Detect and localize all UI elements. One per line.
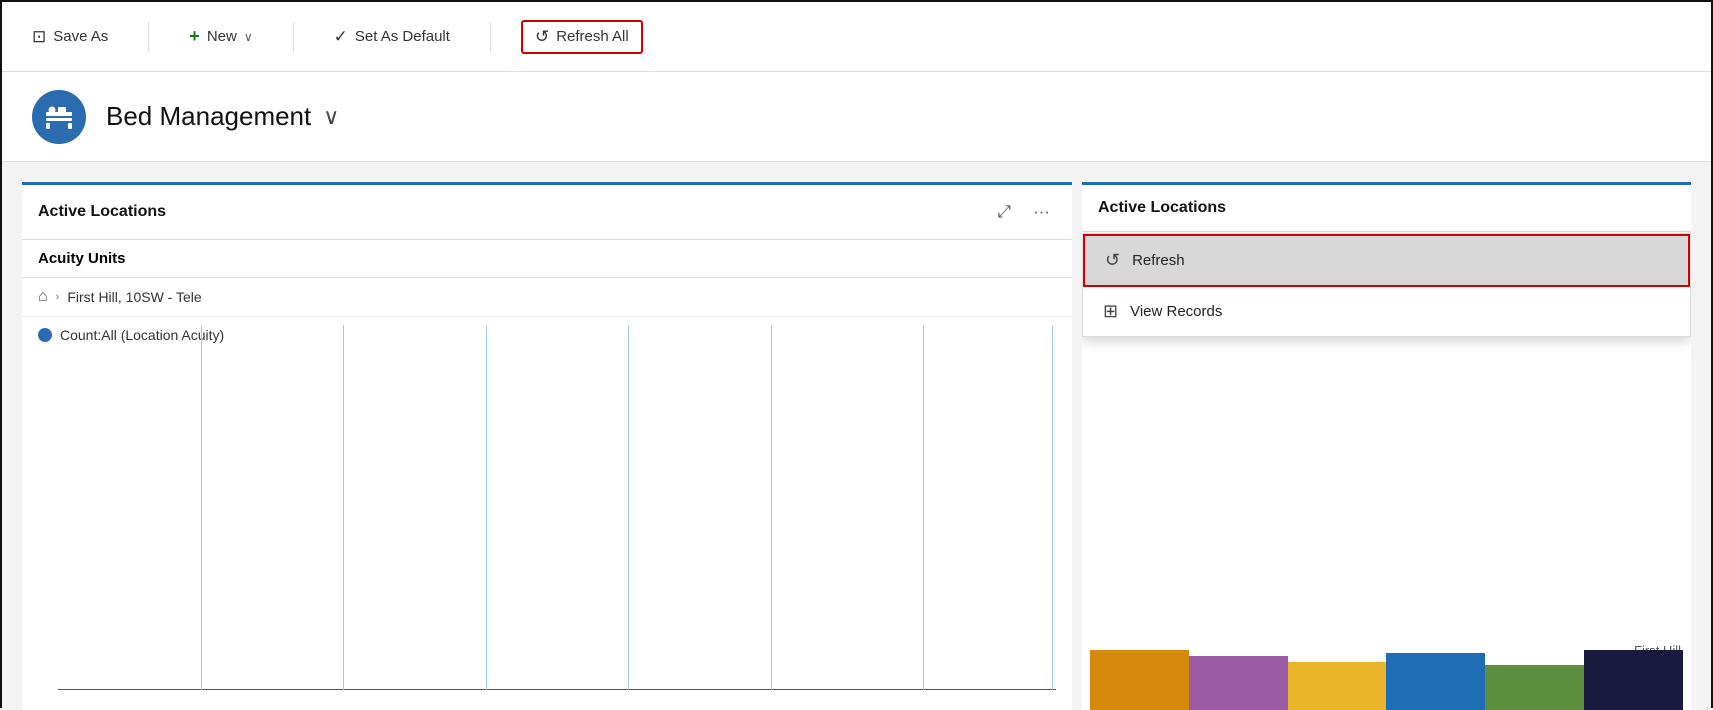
- view-records-label: View Records: [1130, 303, 1222, 320]
- save-as-label: Save As: [53, 28, 108, 45]
- view-records-menu-item[interactable]: ⊞ View Records: [1083, 287, 1690, 336]
- refresh-menu-label: Refresh: [1132, 252, 1185, 269]
- chart-line-4: [628, 325, 629, 690]
- location-text: First Hill, 10SW - Tele: [67, 289, 201, 305]
- save-as-button[interactable]: ⊡ Save As: [22, 21, 118, 53]
- app-icon: [32, 90, 86, 144]
- save-as-icon: ⊡: [32, 27, 46, 47]
- bar-yellow: [1288, 662, 1387, 710]
- content-area: Active Locations ⤢ ··· Acuity Units ⌂ › …: [2, 162, 1711, 710]
- bar-orange: [1090, 650, 1189, 710]
- location-chevron-icon: ›: [56, 291, 60, 303]
- left-panel-title: Active Locations: [38, 203, 166, 221]
- new-chevron-icon: ∨: [244, 30, 253, 44]
- new-button[interactable]: + New ∨: [179, 20, 262, 53]
- bed-management-icon: [44, 102, 74, 132]
- refresh-all-button[interactable]: ↺ Refresh All: [521, 20, 643, 54]
- separator-2: [293, 22, 294, 52]
- refresh-all-label: Refresh All: [556, 28, 629, 45]
- refresh-all-icon: ↺: [535, 27, 549, 47]
- dropdown-menu: ↺ Refresh ⊞ View Records: [1082, 233, 1691, 337]
- set-as-default-label: Set As Default: [355, 28, 450, 45]
- page-title-chevron-icon[interactable]: ∨: [323, 104, 339, 130]
- right-panel-title: Active Locations: [1098, 199, 1226, 217]
- page-title-area: Bed Management ∨: [106, 101, 339, 132]
- left-panel: Active Locations ⤢ ··· Acuity Units ⌂ › …: [22, 182, 1072, 710]
- chart-line-7: [1052, 325, 1053, 690]
- chart-baseline: [58, 689, 1056, 690]
- new-label: New: [207, 28, 237, 45]
- home-icon: ⌂: [38, 288, 48, 306]
- refresh-menu-item[interactable]: ↺ Refresh: [1083, 234, 1690, 287]
- expand-button[interactable]: ⤢: [991, 199, 1017, 225]
- chart-line-6: [923, 325, 924, 690]
- more-options-button[interactable]: ···: [1027, 199, 1056, 225]
- refresh-menu-icon: ↺: [1105, 250, 1120, 271]
- right-panel: Active Locations ↺ Refresh ⊞ View Record…: [1082, 182, 1691, 710]
- chart-line-2: [343, 325, 344, 690]
- left-panel-header: Active Locations ⤢ ···: [22, 185, 1072, 240]
- chart-line-3: [486, 325, 487, 690]
- chart-lines: [38, 325, 1056, 700]
- bar-purple: [1189, 656, 1288, 710]
- acuity-units-header: Acuity Units: [22, 240, 1072, 278]
- acuity-units-label: Acuity Units: [38, 250, 126, 267]
- toolbar: ⊡ Save As + New ∨ ✓ Set As Default ↺ Ref…: [2, 2, 1711, 72]
- bar-dark-navy: [1584, 650, 1683, 710]
- location-row[interactable]: ⌂ › First Hill, 10SW - Tele: [22, 278, 1072, 317]
- separator-3: [490, 22, 491, 52]
- set-as-default-button[interactable]: ✓ Set As Default: [324, 21, 460, 53]
- view-records-icon: ⊞: [1103, 301, 1118, 322]
- chart-line-5: [771, 325, 772, 690]
- left-panel-actions: ⤢ ···: [991, 199, 1056, 225]
- separator-1: [148, 22, 149, 52]
- right-panel-header: Active Locations: [1082, 185, 1691, 232]
- set-default-check-icon: ✓: [334, 27, 348, 47]
- bar-green: [1485, 665, 1584, 710]
- bar-blue: [1386, 653, 1485, 710]
- page-header: Bed Management ∨: [2, 72, 1711, 162]
- page-title: Bed Management: [106, 101, 311, 132]
- chart-line-1: [201, 325, 202, 690]
- chart-area: [22, 315, 1072, 710]
- new-plus-icon: +: [189, 26, 200, 47]
